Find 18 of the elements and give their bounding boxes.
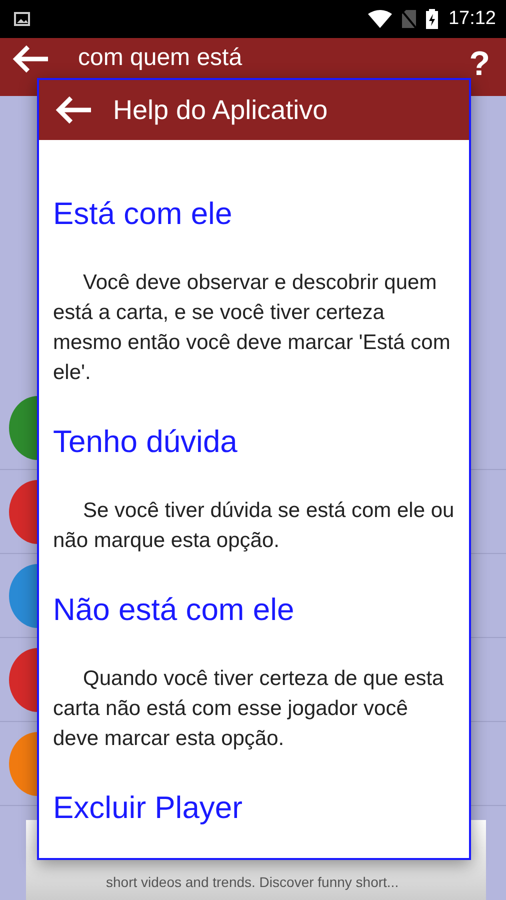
image-icon [14, 12, 30, 26]
back-button[interactable] [55, 95, 93, 125]
section-text: Se você tiver dúvida se está com ele ou não marque esta opção. [53, 498, 455, 554]
back-arrow-icon [55, 95, 93, 125]
section-heading: Não está com ele [53, 592, 296, 628]
dialog-title: Help do Aplicativo [113, 94, 328, 126]
section-text: Quando você tiver certeza de que esta carta não está com esse jogador você deve marcar esta opção. [53, 666, 445, 752]
screen-title: com quem está [78, 44, 244, 72]
battery-icon [426, 9, 438, 29]
section-text: Você deve observar e descobrir quem está a carta, e se você tiver certeza mesmo então você deve marcar 'Está com ele'. [53, 270, 452, 386]
ad-text: short videos and trends. Discover funny short... [106, 874, 399, 890]
clock-time: 17:12 [448, 8, 496, 30]
section-heading: Está com ele [53, 196, 234, 232]
wifi-icon [368, 10, 392, 28]
section-heading: Tenho dúvida [53, 424, 238, 460]
help-button[interactable]: ? [465, 44, 494, 84]
back-arrow-icon [12, 44, 50, 74]
no-sim-icon [402, 10, 416, 28]
